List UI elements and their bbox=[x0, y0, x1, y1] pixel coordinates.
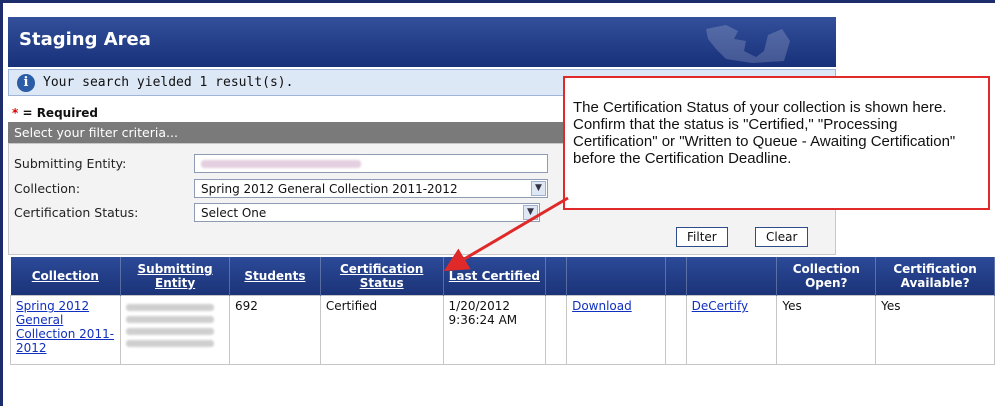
column-header-submitting-entity[interactable]: Submitting Entity bbox=[120, 257, 231, 296]
cell-download: Download bbox=[566, 295, 666, 365]
chevron-down-icon[interactable]: ▼ bbox=[523, 205, 538, 220]
column-header-decertify bbox=[686, 257, 778, 296]
cell-last-certified: 1/20/2012 9:36:24 AM bbox=[442, 295, 547, 365]
submitting-entity-field[interactable] bbox=[194, 154, 548, 173]
column-header-blank bbox=[545, 257, 568, 296]
submitting-entity-label: Submitting Entity: bbox=[14, 156, 127, 171]
left-border bbox=[0, 0, 3, 406]
annotation-callout-text: The Certification Status of your collect… bbox=[573, 99, 956, 167]
required-legend-text: = Required bbox=[18, 106, 98, 120]
cell-certification-status: Certified bbox=[319, 295, 444, 365]
collection-label: Collection: bbox=[14, 181, 81, 196]
cell-submitting-entity bbox=[120, 295, 231, 365]
results-table: Collection Submitting Entity Students Ce… bbox=[9, 257, 995, 365]
column-header-collection[interactable]: Collection bbox=[10, 257, 122, 296]
redacted-entity-value bbox=[201, 160, 361, 168]
collection-link[interactable]: Spring 2012 General Collection 2011-2012 bbox=[16, 299, 114, 355]
cell-students: 692 bbox=[229, 295, 321, 365]
redacted-entity-text bbox=[126, 304, 215, 347]
column-header-blank bbox=[665, 257, 687, 296]
column-header-download bbox=[566, 257, 666, 296]
cell-certification-available: Yes bbox=[875, 295, 995, 365]
annotation-callout: The Certification Status of your collect… bbox=[563, 76, 990, 210]
search-result-text: Your search yielded 1 result(s). bbox=[43, 75, 294, 90]
filter-button[interactable]: Filter bbox=[676, 227, 728, 247]
cell-collection-open: Yes bbox=[776, 295, 877, 365]
state-map-icon bbox=[706, 25, 790, 63]
column-header-certification-status[interactable]: Certification Status bbox=[320, 257, 444, 296]
table-header-row: Collection Submitting Entity Students Ce… bbox=[10, 257, 995, 296]
column-header-students[interactable]: Students bbox=[229, 257, 321, 296]
column-header-collection-open: Collection Open? bbox=[776, 257, 877, 296]
column-header-certification-available: Certification Available? bbox=[875, 257, 995, 296]
collection-select[interactable]: Spring 2012 General Collection 2011-2012… bbox=[194, 179, 548, 198]
clear-button[interactable]: Clear bbox=[755, 227, 809, 247]
filter-criteria-text: Select your filter criteria... bbox=[14, 125, 178, 140]
certification-status-label: Certification Status: bbox=[14, 205, 139, 220]
cell-decertify: DeCertify bbox=[685, 295, 778, 365]
chevron-down-icon[interactable]: ▼ bbox=[531, 181, 546, 196]
decertify-link[interactable]: DeCertify bbox=[692, 299, 748, 313]
table-row: Spring 2012 General Collection 2011-2012… bbox=[9, 295, 995, 365]
info-icon: i bbox=[17, 74, 35, 92]
page-header: Staging Area bbox=[8, 17, 836, 67]
column-header-last-certified[interactable]: Last Certified bbox=[443, 257, 547, 296]
cell-collection: Spring 2012 General Collection 2011-2012 bbox=[9, 295, 122, 365]
certification-status-select[interactable]: Select One ▼ bbox=[194, 203, 540, 222]
top-border bbox=[0, 0, 995, 3]
results-table-wrapper: Collection Submitting Entity Students Ce… bbox=[9, 257, 995, 365]
cell-blank bbox=[545, 295, 568, 365]
required-legend: * = Required bbox=[12, 106, 98, 120]
page-title: Staging Area bbox=[19, 29, 151, 50]
cell-blank bbox=[664, 295, 687, 365]
application-frame: Staging Area i Your search yielded 1 res… bbox=[0, 0, 995, 406]
collection-select-value: Spring 2012 General Collection 2011-2012 bbox=[201, 182, 458, 196]
certification-status-select-value: Select One bbox=[201, 206, 267, 220]
download-link[interactable]: Download bbox=[572, 299, 632, 313]
